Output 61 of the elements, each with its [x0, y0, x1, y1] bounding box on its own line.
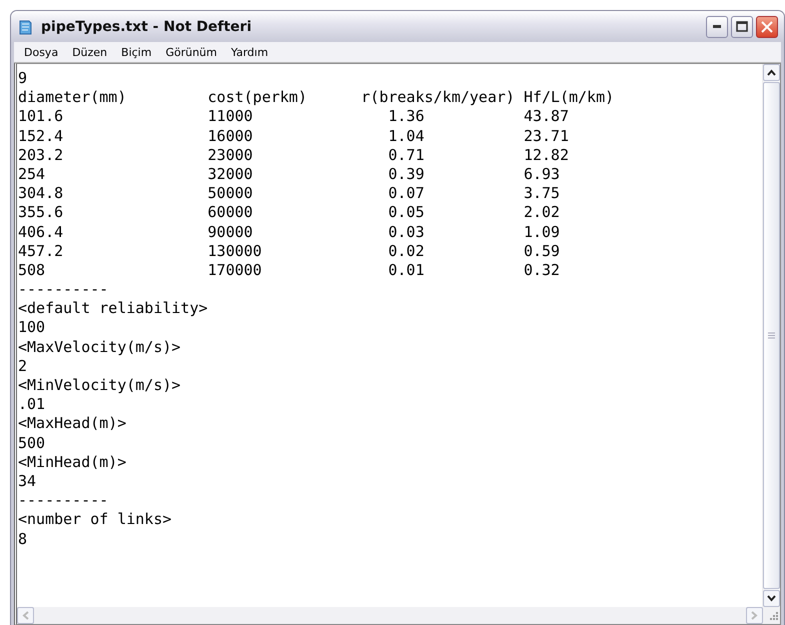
table-value-text: 0.03 [388, 222, 424, 242]
table-value-text: 50000 [208, 184, 253, 204]
table-value-text: 170000 [208, 260, 262, 280]
column-heading-text: diameter(mm) [18, 88, 126, 108]
table-value-text: 90000 [208, 222, 253, 242]
menu-item[interactable]: Biçim [115, 46, 158, 58]
table-value-text: 0.02 [388, 242, 424, 261]
table-value-text: 1.09 [524, 222, 560, 242]
text-line: <MaxVelocity(m/s)> [18, 338, 181, 357]
table-value-text: 0.01 [388, 260, 424, 280]
menu-item[interactable]: Yardım [225, 46, 274, 58]
table-value-text: 32000 [208, 164, 253, 184]
table-value-text: 3.75 [524, 184, 560, 204]
table-value-text: 43.87 [524, 107, 569, 127]
table-value-text: 6.93 [524, 164, 560, 184]
table-value-text: 130000 [208, 242, 262, 261]
text-line: <MinVelocity(m/s)> [18, 376, 181, 396]
table-value-text: 1.04 [388, 126, 424, 146]
table-value-text: 1.36 [388, 107, 424, 127]
column-heading-text: Hf/L(m/km) [524, 88, 614, 108]
table-value-text: 2.02 [524, 203, 560, 223]
text-line: 100 [18, 318, 46, 338]
table-value-text: 0.32 [524, 260, 560, 280]
table-value-text: 101.6 [18, 107, 64, 127]
text-line: 9 [18, 69, 28, 88]
text-line: 2 [18, 356, 28, 376]
table-value-text: 23000 [208, 146, 253, 165]
table-value-text: 0.07 [388, 184, 424, 204]
table-value-text: 0.05 [388, 203, 424, 223]
text-line: ---------- [18, 491, 108, 510]
table-value-text: 254 [18, 164, 46, 184]
table-value-text: 304.8 [18, 184, 64, 204]
table-value-text: 508 [18, 260, 46, 280]
text-line: .01 [18, 395, 46, 414]
text-line: 8 [18, 530, 28, 549]
table-value-text: 406.4 [18, 222, 64, 242]
text-line: <number of links> [18, 510, 172, 530]
menu-item[interactable]: Düzen [66, 46, 114, 58]
text-line: <MaxHead(m)> [18, 414, 126, 434]
table-value-text: 203.2 [18, 146, 64, 165]
menu-item[interactable]: Dosya [18, 46, 64, 58]
menu-item[interactable]: Görünüm [160, 46, 223, 58]
text-line: 500 [18, 434, 46, 453]
text-line: 34 [18, 472, 36, 492]
table-value-text: 0.39 [388, 164, 424, 184]
table-value-text: 12.82 [524, 146, 569, 165]
table-value-text: 457.2 [18, 242, 64, 261]
column-heading-text: r(breaks/km/year) [361, 88, 515, 108]
text-line: <MinHead(m)> [18, 452, 126, 472]
table-value-text: 152.4 [18, 126, 64, 146]
table-value-text: 60000 [208, 203, 253, 223]
table-value-text: 11000 [208, 107, 253, 127]
column-heading-text: cost(perkm) [208, 88, 307, 108]
table-value-text: 0.59 [524, 242, 560, 261]
text-line: <default reliability> [18, 299, 208, 318]
table-value-text: 0.71 [388, 146, 424, 165]
table-value-text: 23.71 [524, 126, 569, 146]
table-value-text: 16000 [208, 126, 253, 146]
text-line: ---------- [18, 280, 108, 300]
window-title: pipeTypes.txt - Not Defteri [41, 18, 252, 34]
table-value-text: 355.6 [18, 203, 64, 223]
